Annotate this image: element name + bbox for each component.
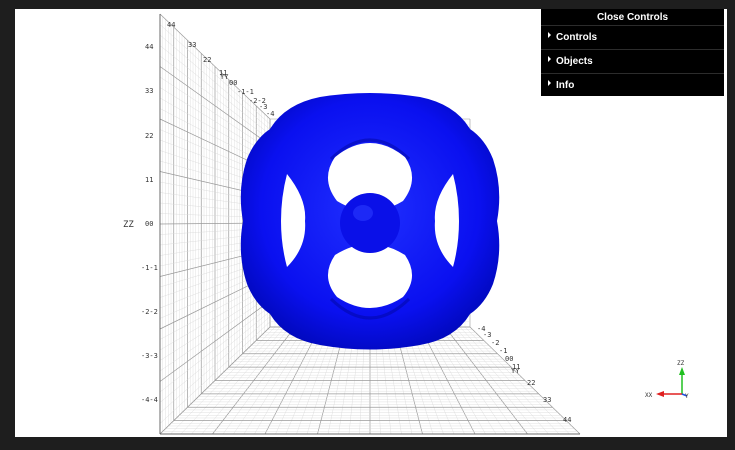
front-axis-label: YY (511, 367, 520, 375)
axes-triad: ZZ XX Y (645, 360, 689, 400)
lower-window (327, 244, 413, 308)
back-tick-label: -1-1 (237, 88, 254, 96)
folder-controls-label: Controls (556, 32, 598, 43)
back-tick-label: 33 (188, 41, 196, 49)
folder-objects-label: Objects (556, 56, 593, 67)
front-tick-label: 22 (527, 379, 535, 387)
front-tick-label: -2 (491, 339, 499, 347)
back-tick-label: 22 (203, 56, 211, 64)
front-tick-label: 44 (563, 416, 571, 424)
folder-objects[interactable]: Objects (541, 49, 724, 73)
z-tick-label: -3-3 (141, 352, 158, 360)
z-tick-label: 00 (145, 220, 153, 228)
triad-x-label: XX (645, 392, 653, 399)
front-tick-label: 33 (543, 396, 551, 404)
back-tick-label: -4 (266, 110, 274, 118)
back-axis-label: YY (220, 73, 229, 81)
z-tick-label: 11 (145, 176, 153, 184)
z-tick-label: -1-1 (141, 264, 158, 272)
controls-panel: Close Controls Controls Objects Info (541, 9, 724, 96)
front-tick-label: -3 (483, 331, 491, 339)
caret-right-icon (548, 32, 551, 39)
z-tick-label: -2-2 (141, 308, 158, 316)
z-tick-label: -4-4 (141, 396, 158, 404)
front-tick-label: 00 (505, 355, 513, 363)
caret-right-icon (548, 80, 551, 87)
z-tick-label: 44 (145, 43, 153, 51)
z-tick-label: 22 (145, 132, 153, 140)
surface-object[interactable] (240, 93, 500, 350)
close-controls-button[interactable]: Close Controls (541, 9, 724, 25)
caret-right-icon (548, 56, 551, 63)
z-axis-label: ZZ (123, 220, 134, 230)
front-tick-label: -1 (499, 347, 507, 355)
center-sphere (340, 193, 400, 253)
folder-info-label: Info (556, 80, 575, 91)
z-tick-label: 33 (145, 87, 153, 95)
back-tick-label: 00 (229, 79, 237, 87)
triad-y-label: Y (685, 393, 689, 400)
triad-z-label: ZZ (677, 360, 685, 367)
back-tick-label: 44 (167, 21, 175, 29)
folder-info[interactable]: Info (541, 73, 724, 97)
folder-controls[interactable]: Controls (541, 25, 724, 49)
